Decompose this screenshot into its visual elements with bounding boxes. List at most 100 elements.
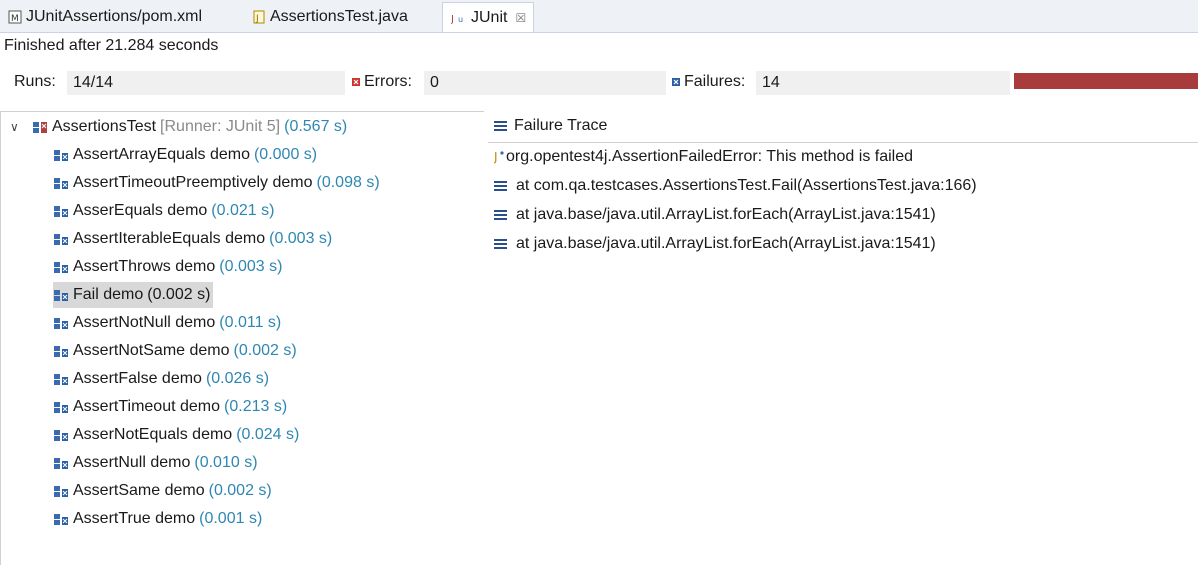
error-icon (352, 78, 360, 86)
junit-icon: Ju (451, 11, 467, 25)
trace-text: org.opentest4j.AssertionFailedError: Thi… (506, 148, 914, 165)
test-case-row[interactable]: AssertNotSame demo (0.002 s) (53, 338, 300, 364)
test-suite-icon (32, 120, 48, 134)
stack-frame-icon (494, 238, 508, 250)
trace-text: at java.base/java.util.ArrayList.forEach… (516, 235, 936, 252)
failed-test-icon (53, 232, 69, 246)
stack-frame-icon (494, 209, 508, 221)
test-time: (0.002 s) (208, 482, 272, 499)
test-case-name: Fail demo (73, 286, 144, 303)
test-case-row[interactable]: AssertSame demo (0.002 s) (53, 478, 275, 504)
test-time: (0.002 s) (147, 286, 211, 303)
divider (0, 111, 1, 565)
failed-test-icon (53, 512, 69, 526)
test-case-row[interactable]: AsserNotEquals demo (0.024 s) (53, 422, 302, 448)
maven-pom-icon: M (8, 10, 22, 24)
test-case-row[interactable]: AssertNotNull demo (0.011 s) (53, 310, 284, 336)
test-case-row[interactable]: AssertIterableEquals demo (0.003 s) (53, 226, 335, 252)
test-case-row[interactable]: AssertTimeout demo (0.213 s) (53, 394, 290, 420)
test-time: (0.010 s) (194, 454, 258, 471)
test-time: (0.024 s) (236, 426, 300, 443)
failed-test-icon (53, 288, 69, 302)
tab-assertions-test-java[interactable]: J AssertionsTest.java (244, 2, 440, 32)
failed-test-icon (53, 400, 69, 414)
test-time: (0.213 s) (224, 398, 288, 415)
test-time: (0.026 s) (205, 370, 270, 387)
test-case-name: AssertSame demo (73, 482, 205, 499)
tree-root-label: AssertionsTest (52, 118, 157, 135)
test-case-name: AssertTimeoutPreemptively demo (73, 174, 313, 191)
stack-frame-line[interactable]: at java.base/java.util.ArrayList.forEach… (494, 235, 936, 253)
test-case-row[interactable]: AssertThrows demo (0.003 s) (53, 254, 285, 280)
test-case-name: AssertArrayEquals demo (73, 146, 250, 163)
close-icon[interactable]: ☒ (515, 11, 526, 25)
failed-test-icon (53, 176, 69, 190)
stack-frame-line[interactable]: at com.qa.testcases.AssertionsTest.Fail(… (494, 177, 977, 195)
test-time: (0.000 s) (253, 146, 318, 163)
exception-icon: J (494, 149, 504, 165)
tab-pom-xml[interactable]: M JUnitAssertions/pom.xml (0, 2, 242, 32)
test-case-name: AssertTimeout demo (73, 398, 221, 415)
failed-test-icon (53, 344, 69, 358)
test-time: (0.001 s) (199, 510, 263, 527)
tab-label: JUnit (471, 8, 508, 26)
svg-text:J: J (255, 14, 259, 24)
errors-label-text: Errors: (364, 73, 412, 90)
test-time: (0.021 s) (211, 202, 275, 219)
stack-trace-icon (494, 120, 508, 132)
test-case-row[interactable]: AssertFalse demo (0.026 s) (53, 366, 272, 392)
failures-label: Failures: (672, 73, 745, 91)
failed-test-icon (53, 316, 69, 330)
test-time: (0.011 s) (219, 314, 282, 331)
errors-value: 0 (424, 71, 666, 95)
failed-test-icon (53, 148, 69, 162)
failed-test-icon (53, 204, 69, 218)
test-case-row[interactable]: AsserEquals demo (0.021 s) (53, 198, 277, 224)
failures-label-text: Failures: (684, 73, 746, 90)
test-case-row[interactable]: AssertTrue demo (0.001 s) (53, 506, 265, 532)
exception-line[interactable]: Jorg.opentest4j.AssertionFailedError: Th… (494, 148, 913, 166)
test-case-row[interactable]: Fail demo (0.002 s) (53, 282, 214, 308)
test-case-name: AssertTrue demo (73, 510, 196, 527)
runs-value: 14/14 (67, 71, 345, 95)
test-case-name: AssertIterableEquals demo (73, 230, 266, 247)
test-case-name: AsserNotEquals demo (73, 426, 233, 443)
errors-label: Errors: (352, 73, 412, 91)
divider (0, 111, 484, 112)
test-case-row[interactable]: AssertTimeoutPreemptively demo (0.098 s) (53, 170, 383, 196)
failure-trace-header: Failure Trace (494, 117, 607, 135)
failed-test-icon (53, 372, 69, 386)
failure-trace-title: Failure Trace (514, 117, 608, 134)
test-case-row[interactable]: AssertArrayEquals demo (0.000 s) (53, 142, 320, 168)
tab-junit[interactable]: Ju JUnit ☒ (442, 2, 534, 32)
failure-icon (672, 78, 680, 86)
trace-text: at com.qa.testcases.AssertionsTest.Fail(… (516, 177, 977, 194)
java-file-icon: J (252, 10, 266, 24)
runs-label: Runs: (14, 73, 56, 90)
stack-frame-icon (494, 180, 508, 192)
trace-text: at java.base/java.util.ArrayList.forEach… (516, 206, 936, 223)
svg-text:M: M (11, 14, 19, 24)
test-time: (0.003 s) (269, 230, 333, 247)
svg-text:J: J (494, 150, 498, 164)
chevron-down-icon[interactable]: ∨ (10, 120, 24, 134)
failures-value: 14 (756, 71, 1010, 95)
test-case-name: AssertNotNull demo (73, 314, 216, 331)
test-case-name: AsserEquals demo (73, 202, 208, 219)
test-case-row[interactable]: AssertNull demo (0.010 s) (53, 450, 261, 476)
test-time: (0.003 s) (219, 258, 283, 275)
test-case-name: AssertNotSame demo (73, 342, 230, 359)
test-case-name: AssertThrows demo (73, 258, 216, 275)
test-progress-bar (1014, 73, 1198, 89)
tree-root-node[interactable]: ∨ AssertionsTest [Runner: JUnit 5] (0.56… (10, 118, 347, 136)
test-time: (0.098 s) (316, 174, 380, 191)
divider (488, 142, 1198, 143)
failed-test-icon (53, 428, 69, 442)
failed-test-icon (53, 484, 69, 498)
tab-label: JUnitAssertions/pom.xml (26, 8, 203, 25)
svg-text:u: u (458, 15, 463, 24)
runner-label: [Runner: JUnit 5] (160, 118, 281, 135)
editor-tab-bar: M JUnitAssertions/pom.xml J AssertionsTe… (0, 0, 1198, 33)
test-time: (0.002 s) (233, 342, 297, 359)
stack-frame-line[interactable]: at java.base/java.util.ArrayList.forEach… (494, 206, 936, 224)
